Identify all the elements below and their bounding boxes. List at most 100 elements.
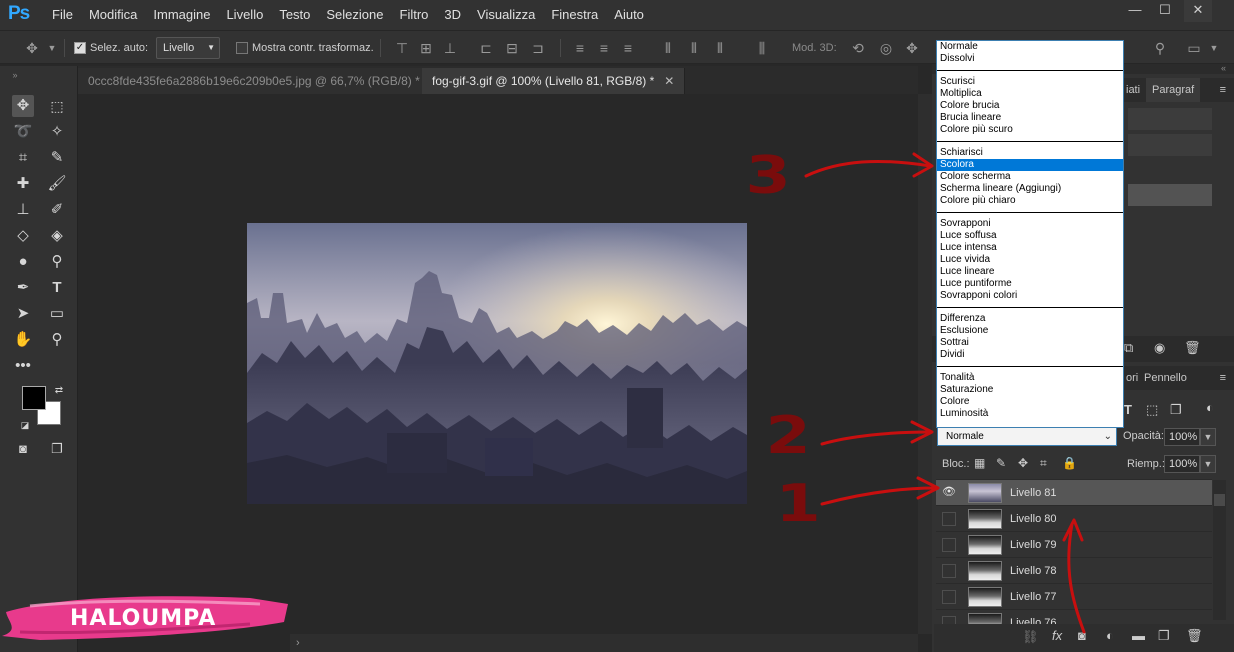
blend-mode-option[interactable]: Luce puntiforme — [937, 278, 1123, 290]
fill-dropdown-icon[interactable]: ▼ — [1200, 455, 1216, 473]
history-brush-tool-icon[interactable]: ✐ — [46, 199, 68, 221]
panel-menu-icon[interactable]: ≡ — [1220, 366, 1226, 390]
canvas-vertical-scrollbar[interactable] — [918, 94, 932, 634]
panel-row[interactable] — [1128, 184, 1212, 206]
screen-mode-icon[interactable]: ❐ — [46, 438, 68, 460]
blur-tool-icon[interactable]: ● — [12, 251, 34, 273]
minimize-button[interactable]: — — [1121, 0, 1149, 22]
lock-transparency-icon[interactable]: ▦ — [974, 456, 985, 470]
align-top-icon[interactable]: ⊤ — [394, 37, 410, 59]
adjustment-layer-icon[interactable]: ◐ — [1106, 628, 1114, 643]
menu-item-aiuto[interactable]: Aiuto — [606, 0, 652, 30]
chevron-down-icon[interactable]: ▼ — [1206, 37, 1222, 59]
blend-mode-option[interactable]: Luce vivida — [937, 254, 1123, 266]
blend-mode-option[interactable]: Luce soffusa — [937, 230, 1123, 242]
pen-tool-icon[interactable]: ✒ — [12, 277, 34, 299]
camera-icon[interactable]: ◉ — [1154, 336, 1165, 360]
panel-row[interactable] — [1128, 108, 1212, 130]
visibility-eye-icon[interactable] — [942, 590, 956, 604]
dodge-tool-icon[interactable]: ⚲ — [46, 251, 68, 273]
close-button[interactable]: ✕ — [1184, 0, 1212, 22]
default-colors-icon[interactable]: ◪ — [14, 414, 36, 436]
new-layer-icon[interactable]: ❐ — [1158, 628, 1170, 644]
menu-item-visualizza[interactable]: Visualizza — [469, 0, 543, 30]
visibility-eye-icon[interactable] — [942, 564, 956, 578]
eyedropper-tool-icon[interactable]: ✎ — [46, 147, 68, 169]
canvas-horizontal-scrollbar[interactable]: › — [290, 634, 918, 652]
swap-colors-icon[interactable]: ⇄ — [48, 380, 70, 402]
blend-mode-option[interactable]: Brucia lineare — [937, 112, 1123, 124]
auto-align-icon[interactable]: ⫼ — [754, 37, 770, 59]
type-tool-icon[interactable]: T — [46, 277, 68, 299]
align-vcenter-icon[interactable]: ⊞ — [418, 37, 434, 59]
menu-item-immagine[interactable]: Immagine — [145, 0, 218, 30]
hand-tool-icon[interactable]: ✋ — [12, 329, 34, 351]
chevron-right-icon[interactable]: › — [296, 637, 300, 649]
roll-3d-icon[interactable]: ◎ — [878, 37, 894, 59]
document-tab[interactable]: 0ccc8fde435fe6a2886b19e6c209b0e5.jpg @ 6… — [78, 68, 451, 94]
menu-item-testo[interactable]: Testo — [271, 0, 318, 30]
panel-row[interactable] — [1128, 134, 1212, 156]
close-icon[interactable]: ✕ — [664, 74, 674, 88]
scrollbar-thumb[interactable] — [1214, 494, 1225, 506]
fx-icon[interactable]: fx — [1052, 628, 1062, 643]
blend-mode-option[interactable]: Esclusione — [937, 325, 1123, 337]
visibility-eye-icon[interactable] — [942, 538, 956, 552]
blend-mode-option[interactable]: Colore brucia — [937, 100, 1123, 112]
fill-input[interactable]: 100% — [1164, 455, 1200, 473]
menu-item-selezione[interactable]: Selezione — [318, 0, 391, 30]
distribute-hcenter-icon[interactable]: ⦀ — [686, 37, 702, 59]
collapse-icon[interactable]: » — [4, 64, 26, 86]
chevron-down-icon[interactable]: ▼ — [44, 37, 60, 59]
layers-scrollbar[interactable] — [1213, 480, 1226, 620]
move-tool-icon[interactable]: ✥ — [24, 37, 40, 59]
blend-mode-option[interactable]: Scolora — [937, 159, 1123, 171]
lock-all-icon[interactable]: 🔒 — [1062, 456, 1077, 470]
collapse-icon[interactable]: « — [1221, 56, 1226, 80]
align-bottom-icon[interactable]: ⊥ — [442, 37, 458, 59]
folder-icon[interactable]: ▬ — [1132, 628, 1145, 643]
opacity-input[interactable]: 100% — [1164, 428, 1200, 446]
tab-brush-settings[interactable]: ori — [1126, 366, 1138, 390]
tab-paragraph-styles[interactable]: iati — [1126, 78, 1140, 102]
distribute-left-icon[interactable]: ⦀ — [660, 37, 676, 59]
blend-mode-option[interactable]: Normale — [937, 41, 1123, 53]
trash-icon[interactable]: 🗑 — [1184, 336, 1201, 360]
menu-item-livello[interactable]: Livello — [218, 0, 271, 30]
lock-paint-icon[interactable]: ✎ — [996, 456, 1006, 470]
blend-mode-option[interactable]: Luce intensa — [937, 242, 1123, 254]
layer-row[interactable]: Livello 79 — [936, 531, 1212, 557]
blend-mode-select[interactable]: Normale ⌄ — [937, 427, 1117, 446]
blend-mode-option[interactable]: Scherma lineare (Aggiungi) — [937, 183, 1123, 195]
blend-mode-option[interactable]: Colore scherma — [937, 171, 1123, 183]
align-hcenter-icon[interactable]: ⊟ — [504, 37, 520, 59]
align-right-icon[interactable]: ⊐ — [530, 37, 546, 59]
crop-tool-icon[interactable]: ⌗ — [12, 147, 34, 169]
shape-filter-icon[interactable]: ⬚ — [1146, 402, 1158, 418]
foreground-color-swatch[interactable] — [22, 386, 46, 410]
brush-tool-icon[interactable]: 🖌 — [46, 173, 68, 195]
blend-mode-option[interactable]: Moltiplica — [937, 88, 1123, 100]
show-transform-checkbox[interactable] — [236, 42, 248, 54]
move-tool-icon[interactable]: ✥ — [12, 95, 34, 117]
distribute-bottom-icon[interactable]: ≡ — [620, 37, 636, 59]
marquee-tool-icon[interactable]: ⬚ — [46, 95, 68, 117]
lock-position-icon[interactable]: ✥ — [1018, 456, 1028, 470]
drag-3d-icon[interactable]: ✥ — [904, 37, 920, 59]
document-canvas-image[interactable] — [247, 223, 747, 504]
blend-mode-option[interactable]: Colore più scuro — [937, 124, 1123, 136]
menu-item-filtro[interactable]: Filtro — [392, 0, 437, 30]
search-icon[interactable]: ⚲ — [1152, 37, 1168, 59]
distribute-top-icon[interactable]: ≡ — [572, 37, 588, 59]
magic-wand-tool-icon[interactable]: ✧ — [46, 121, 68, 143]
filter-toggle-icon[interactable]: ◐ — [1206, 400, 1214, 415]
new-snapshot-icon[interactable]: ⧉ — [1124, 336, 1133, 360]
menu-item-finestra[interactable]: Finestra — [543, 0, 606, 30]
blend-mode-option[interactable]: Sottrai — [937, 337, 1123, 349]
rotate-3d-icon[interactable]: ⟲ — [850, 37, 866, 59]
trash-icon[interactable]: 🗑 — [1186, 628, 1203, 644]
blend-mode-option[interactable]: Dissolvi — [937, 53, 1123, 65]
distribute-right-icon[interactable]: ⦀ — [712, 37, 728, 59]
path-selection-tool-icon[interactable]: ➤ — [12, 303, 34, 325]
menu-item-3d[interactable]: 3D — [436, 0, 469, 30]
